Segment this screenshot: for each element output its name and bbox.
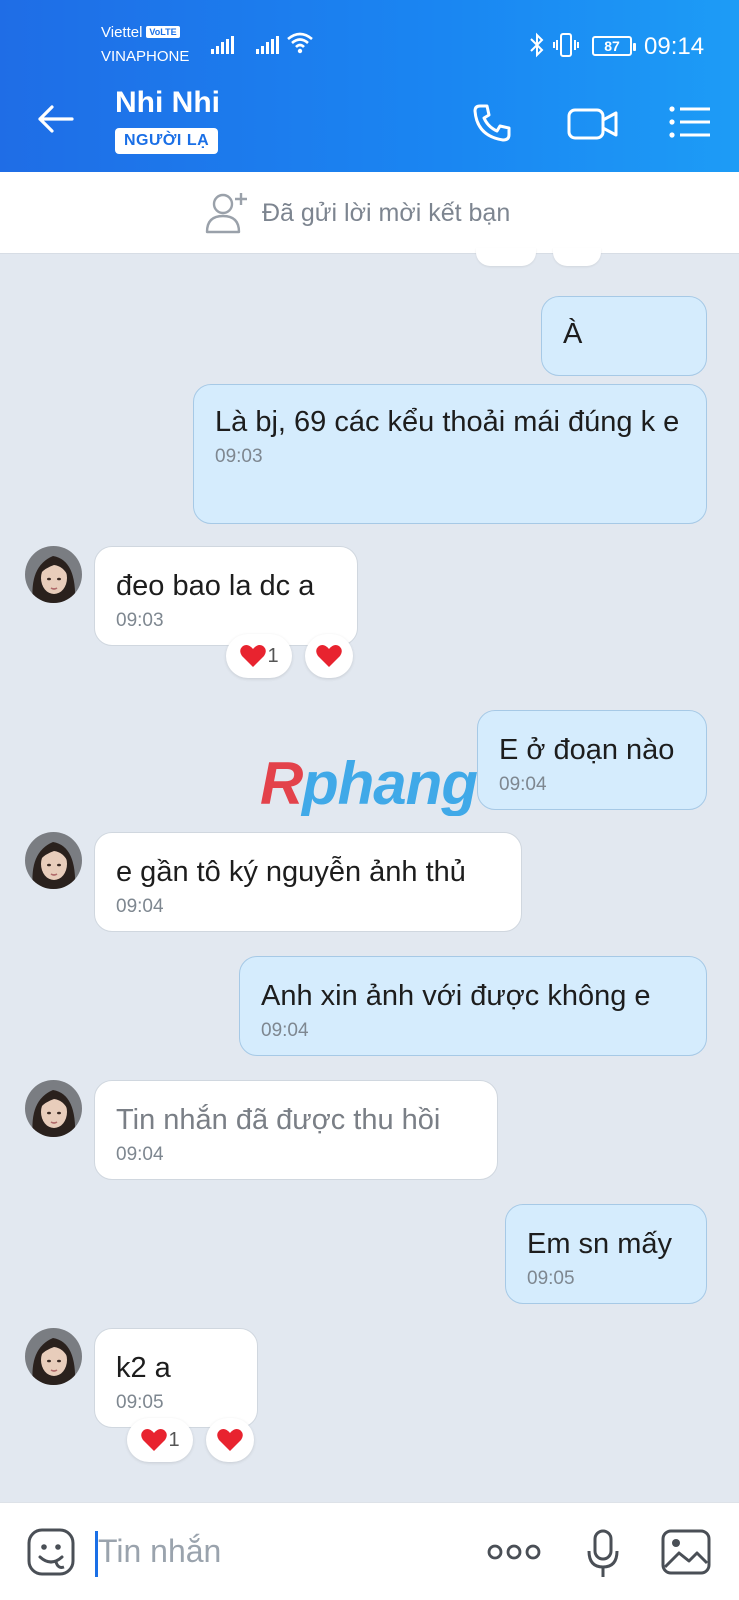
message-bubble-recalled[interactable]: Tin nhắn đã được thu hồi 09:04 xyxy=(94,1080,498,1180)
signal-icon xyxy=(256,36,279,54)
reaction-chip[interactable] xyxy=(553,248,601,266)
message-bubble-outgoing[interactable]: Em sn mấy 09:05 xyxy=(505,1204,707,1304)
back-arrow-icon[interactable] xyxy=(36,104,74,134)
message-bubble-incoming[interactable]: đeo bao la dc a 09:03 xyxy=(94,546,358,646)
message-text: Em sn mấy xyxy=(527,1228,673,1260)
friend-request-bar: Đã gửi lời mời kết bạn xyxy=(0,172,739,254)
message-bubble-incoming[interactable]: k2 a 09:05 xyxy=(94,1328,258,1428)
message-bubble-outgoing[interactable]: À xyxy=(541,296,707,376)
message-bubble-outgoing[interactable]: Anh xin ảnh với được không e 09:04 xyxy=(239,956,707,1056)
message-composer: Tin nhắn xyxy=(0,1502,739,1600)
message-bubble-outgoing[interactable]: Là bj, 69 các kểu thoải mái đúng k e 09:… xyxy=(193,384,707,524)
stranger-badge: NGƯỜI LẠ xyxy=(115,128,219,154)
microphone-icon[interactable] xyxy=(586,1529,620,1579)
avatar[interactable] xyxy=(25,832,82,889)
message-text: Anh xin ảnh với được không e xyxy=(261,980,651,1012)
message-time: 09:03 xyxy=(215,446,263,467)
sticker-icon[interactable] xyxy=(26,1527,76,1577)
carrier-name: Viettel xyxy=(101,24,143,41)
heart-icon xyxy=(240,645,267,667)
contact-name[interactable]: Nhi Nhi xyxy=(115,86,220,120)
clock: 09:14 xyxy=(644,33,705,60)
gallery-icon[interactable] xyxy=(661,1529,711,1575)
signal-icon xyxy=(211,36,234,54)
message-time: 09:04 xyxy=(261,1020,309,1041)
avatar-image xyxy=(25,1328,82,1385)
message-text: À xyxy=(563,318,583,350)
avatar-image xyxy=(25,1080,82,1137)
heart-icon xyxy=(217,1429,243,1451)
heart-react-button[interactable] xyxy=(206,1418,254,1462)
message-input[interactable]: Tin nhắn xyxy=(98,1533,221,1570)
message-bubble-outgoing[interactable]: E ở đoạn nào 09:04 xyxy=(477,710,707,810)
watermark-logo: R phang xyxy=(258,750,478,830)
carrier-primary: Viettel VoLTE xyxy=(101,24,180,41)
avatar[interactable] xyxy=(25,1328,82,1385)
message-time: 09:05 xyxy=(527,1268,575,1289)
heart-react-button[interactable] xyxy=(305,634,353,678)
message-time: 09:04 xyxy=(116,896,164,917)
reaction-count: 1 xyxy=(267,644,279,667)
add-friend-icon xyxy=(205,193,247,234)
reaction-chip[interactable] xyxy=(476,248,536,266)
battery-indicator: 87 xyxy=(592,36,636,56)
reaction-count: 1 xyxy=(168,1428,180,1451)
menu-icon[interactable] xyxy=(669,106,711,138)
reaction-count-chip[interactable]: 1 xyxy=(127,1418,193,1462)
avatar[interactable] xyxy=(25,546,82,603)
vibrate-icon xyxy=(553,33,579,57)
watermark-graphic: R phang xyxy=(260,750,478,817)
heart-icon xyxy=(316,645,342,667)
message-time: 09:03 xyxy=(116,610,164,631)
avatar[interactable] xyxy=(25,1080,82,1137)
avatar-image xyxy=(25,546,82,603)
svg-text:R: R xyxy=(260,752,303,816)
heart-icon xyxy=(141,1429,168,1451)
message-text: Là bj, 69 các kểu thoải mái đúng k e xyxy=(215,406,680,438)
message-text: E ở đoạn nào xyxy=(499,734,675,766)
message-time: 09:04 xyxy=(116,1144,164,1165)
chat-header: Viettel VoLTE VINAPHONE 87 09:14 Nhi Nhi … xyxy=(0,0,739,172)
message-bubble-incoming[interactable]: e gần tô ký nguyễn ảnh thủ 09:04 xyxy=(94,832,522,932)
message-text: đeo bao la dc a xyxy=(116,570,315,602)
phone-icon[interactable] xyxy=(471,102,513,144)
status-bar: Viettel VoLTE VINAPHONE 87 09:14 xyxy=(0,0,739,72)
bluetooth-icon xyxy=(530,32,544,58)
avatar-image xyxy=(25,832,82,889)
reaction-count-chip[interactable]: 1 xyxy=(226,634,292,678)
svg-text:phang: phang xyxy=(300,752,477,816)
wifi-icon xyxy=(287,32,313,54)
message-text: e gần tô ký nguyễn ảnh thủ xyxy=(116,856,466,888)
message-text: Tin nhắn đã được thu hồi xyxy=(116,1104,441,1136)
carrier-secondary: VINAPHONE xyxy=(101,48,190,65)
volte-badge: VoLTE xyxy=(146,26,180,38)
video-camera-icon[interactable] xyxy=(567,107,619,141)
message-time: 09:04 xyxy=(499,774,547,795)
friend-request-text: Đã gửi lời mời kết bạn xyxy=(262,199,511,227)
more-icon[interactable] xyxy=(487,1543,541,1561)
message-text: k2 a xyxy=(116,1352,171,1384)
message-time: 09:05 xyxy=(116,1392,164,1413)
